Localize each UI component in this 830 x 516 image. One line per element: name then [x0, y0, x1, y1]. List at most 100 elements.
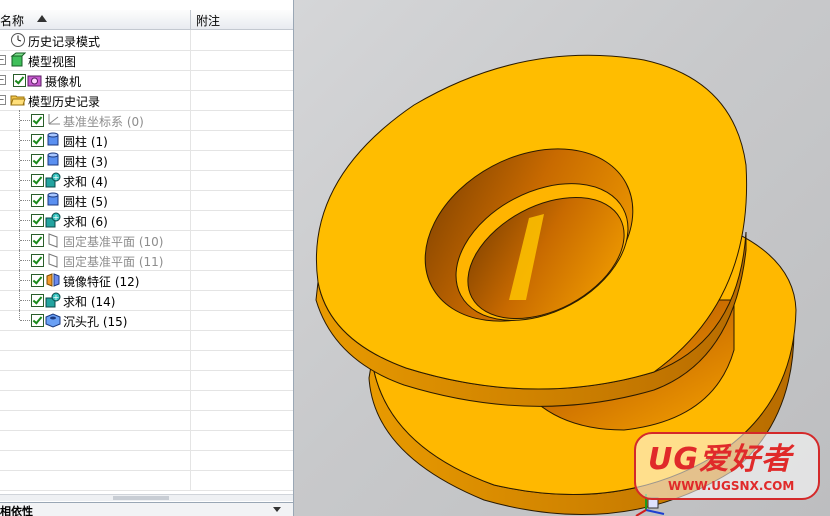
column-divider: [190, 330, 191, 350]
column-divider: [190, 410, 191, 430]
tree-row[interactable]: 镜像特征 (12): [0, 270, 293, 291]
empty-row: [0, 330, 293, 351]
tree-row-label: 镜像特征 (12): [63, 275, 140, 289]
feature-checkbox[interactable]: [31, 234, 44, 247]
unite-icon: +: [45, 292, 61, 308]
tree-row[interactable]: + 求和 (14): [0, 290, 293, 311]
comment-column-header[interactable]: 附注: [196, 12, 220, 29]
datum-csys-icon: [45, 112, 61, 128]
tree-connector: [20, 220, 30, 221]
dependencies-panel-header[interactable]: 相依性: [0, 502, 293, 516]
tree-connector: [20, 300, 30, 301]
tree-row-label: 固定基准平面 (11): [63, 255, 164, 269]
tree-row[interactable]: 圆柱 (1): [0, 130, 293, 151]
watermark-logo: UG爱好者 WWW.UGSNX.COM: [634, 432, 822, 502]
feature-checkbox[interactable]: [31, 294, 44, 307]
column-divider: [190, 70, 191, 90]
mirror-feature-icon: [45, 272, 61, 288]
tree-connector: [20, 280, 30, 281]
tree-connector: [20, 160, 30, 161]
cylinder-icon: [45, 192, 61, 208]
expand-toggle-icon[interactable]: −: [0, 95, 6, 105]
feature-checkbox[interactable]: [31, 114, 44, 127]
part-navigator: 名称 附注 历史记录模式 − 模型视图 − 摄像机 − 模型历史记录基准坐标系 (0) 圆柱 …: [0, 0, 294, 516]
tree-connector: [20, 260, 30, 261]
column-divider: [190, 170, 191, 190]
tree-row[interactable]: 固定基准平面 (11): [0, 250, 293, 271]
feature-checkbox[interactable]: [13, 74, 26, 87]
tree-row-label: 求和 (6): [63, 215, 108, 229]
feature-checkbox[interactable]: [31, 254, 44, 267]
feature-checkbox[interactable]: [31, 154, 44, 167]
tree-row[interactable]: 圆柱 (3): [0, 150, 293, 171]
feature-checkbox[interactable]: [31, 274, 44, 287]
tree-row[interactable]: − 模型历史记录: [0, 90, 293, 111]
tree-row[interactable]: + 求和 (6): [0, 210, 293, 231]
column-header: 名称 附注: [0, 10, 293, 30]
column-divider: [190, 110, 191, 130]
expand-toggle-icon[interactable]: −: [0, 55, 6, 65]
expand-toggle-icon[interactable]: −: [0, 75, 6, 85]
empty-row: [0, 410, 293, 431]
sort-ascending-icon: [37, 15, 47, 22]
clock-icon: [10, 32, 26, 48]
tree-row[interactable]: 基准坐标系 (0): [0, 110, 293, 131]
column-divider: [190, 470, 191, 490]
name-column-header[interactable]: 名称: [0, 10, 191, 29]
tree-connector: [20, 120, 30, 121]
horizontal-scrollbar[interactable]: [0, 494, 293, 501]
tree-row-label: 模型历史记录: [28, 95, 101, 109]
column-divider: [190, 350, 191, 370]
tree-row[interactable]: + 求和 (4): [0, 170, 293, 191]
tree-row-label: 圆柱 (5): [63, 195, 108, 209]
feature-checkbox[interactable]: [31, 194, 44, 207]
column-divider: [190, 310, 191, 330]
scrollbar-thumb[interactable]: [113, 496, 169, 500]
model-view-icon: [10, 52, 27, 68]
datum-plane-icon: [45, 252, 61, 268]
tree-row[interactable]: 圆柱 (5): [0, 190, 293, 211]
tree-connector: [20, 140, 30, 141]
empty-row: [0, 450, 293, 471]
name-column-label: 名称: [0, 14, 25, 28]
tree-connector: [20, 200, 30, 201]
tree-connector: [19, 310, 20, 320]
column-divider: [190, 130, 191, 150]
tree-row-label: 求和 (4): [63, 175, 108, 189]
empty-row: [0, 350, 293, 371]
tree-row-label: 固定基准平面 (10): [63, 235, 164, 249]
watermark-title: UG爱好者: [648, 442, 792, 477]
column-divider: [190, 150, 191, 170]
tree-row[interactable]: 固定基准平面 (10): [0, 230, 293, 251]
tree-row-label: 模型视图: [28, 55, 77, 69]
cylinder-icon: [45, 132, 61, 148]
feature-checkbox[interactable]: [31, 134, 44, 147]
folder-open-icon: [10, 92, 26, 108]
tree-row[interactable]: 沉头孔 (15): [0, 310, 293, 331]
chevron-down-icon[interactable]: [273, 507, 281, 512]
svg-text:+: +: [53, 213, 60, 222]
column-divider: [190, 390, 191, 410]
tree-row-label: 沉头孔 (15): [63, 315, 128, 329]
tree-connector: [20, 180, 30, 181]
tree-row-label: 圆柱 (3): [63, 155, 108, 169]
tree-row-label: 求和 (14): [63, 295, 116, 309]
svg-text:+: +: [53, 173, 60, 182]
tree-row-label: 基准坐标系 (0): [63, 115, 144, 129]
empty-row: [0, 430, 293, 451]
unite-icon: +: [45, 212, 61, 228]
empty-row: [0, 370, 293, 391]
dependencies-panel-title: 相依性: [0, 505, 33, 516]
feature-checkbox[interactable]: [31, 214, 44, 227]
tree-row[interactable]: 历史记录模式: [0, 30, 293, 51]
feature-checkbox[interactable]: [31, 174, 44, 187]
tree-connector: [20, 320, 30, 321]
cylinder-icon: [45, 152, 61, 168]
feature-checkbox[interactable]: [31, 314, 44, 327]
tree-row[interactable]: − 模型视图: [0, 50, 293, 71]
tree-row-label: 圆柱 (1): [63, 135, 108, 149]
tree-row[interactable]: − 摄像机: [0, 70, 293, 91]
column-divider: [190, 290, 191, 310]
column-divider: [190, 30, 191, 50]
column-divider: [190, 50, 191, 70]
